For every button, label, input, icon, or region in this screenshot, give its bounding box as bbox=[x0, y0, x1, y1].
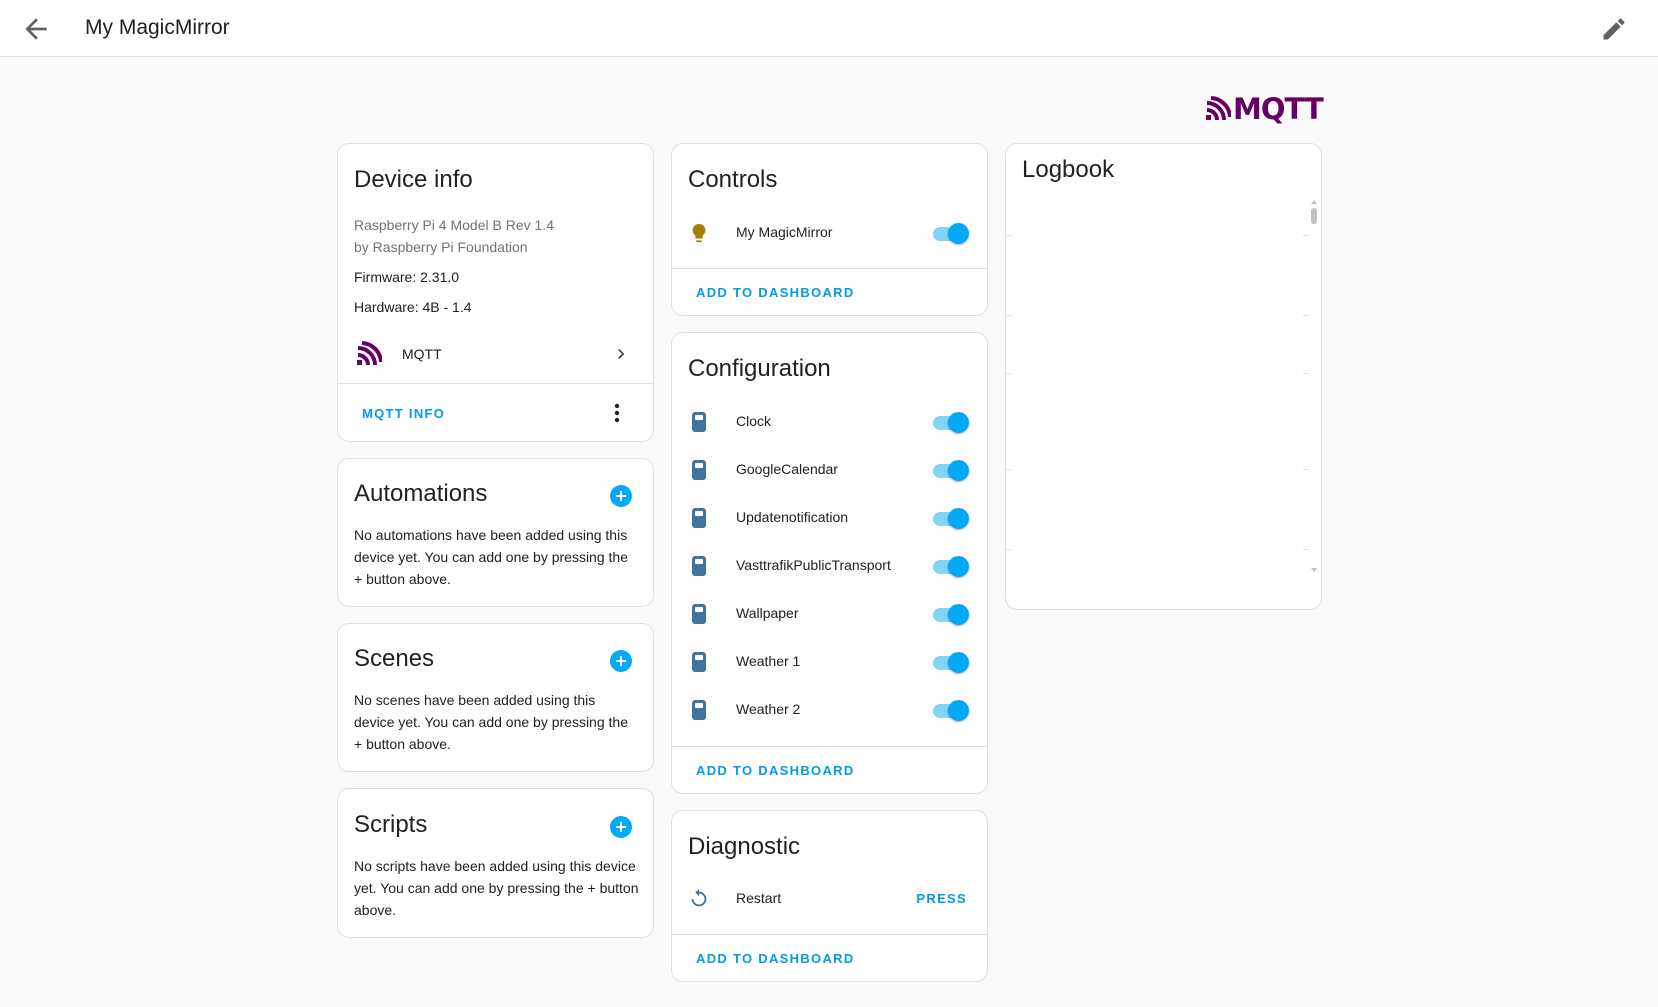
entity-name: Weather 1 bbox=[736, 653, 801, 669]
divider bbox=[1006, 373, 1012, 374]
remote-icon bbox=[692, 652, 706, 672]
card-title: Device info bbox=[354, 166, 473, 193]
arrow-left-icon bbox=[25, 18, 47, 40]
mqtt-logo: MQTT bbox=[1205, 92, 1324, 126]
remote-icon bbox=[692, 604, 706, 624]
entity-toggle[interactable] bbox=[931, 700, 969, 721]
chevron-right-icon bbox=[618, 349, 625, 359]
mqtt-logo-text: MQTT bbox=[1233, 92, 1324, 126]
entity-row[interactable]: Updatenotification bbox=[672, 498, 987, 538]
pencil-icon bbox=[1603, 18, 1625, 40]
more-vertical-icon[interactable] bbox=[607, 401, 627, 425]
mqtt-icon bbox=[357, 341, 382, 366]
entity-name: Restart bbox=[736, 890, 782, 906]
remote-icon bbox=[692, 412, 706, 432]
diagnostic-card: Diagnostic Restart PRESS ADD TO DASHBOAR… bbox=[671, 810, 988, 982]
restart-icon bbox=[691, 888, 707, 907]
entity-name: GoogleCalendar bbox=[736, 461, 838, 477]
firmware-version: Firmware: 2.31.0 bbox=[354, 269, 460, 285]
remote-icon bbox=[692, 460, 706, 480]
divider bbox=[1303, 549, 1309, 550]
scroll-up-arrow[interactable] bbox=[1311, 200, 1317, 204]
add-scene-button[interactable] bbox=[610, 650, 632, 672]
scrollbar[interactable] bbox=[1311, 200, 1317, 572]
hardware-version: Hardware: 4B - 1.4 bbox=[354, 299, 472, 315]
integration-label: MQTT bbox=[402, 346, 442, 362]
logbook-card: Logbook bbox=[1005, 143, 1322, 610]
divider bbox=[1006, 315, 1012, 316]
scenes-card: Scenes No scenes have been added using t… bbox=[337, 623, 654, 772]
automations-card: Automations No automations have been add… bbox=[337, 458, 654, 607]
divider bbox=[1303, 315, 1309, 316]
entity-name: Clock bbox=[736, 413, 772, 429]
entity-row[interactable]: My MagicMirror bbox=[672, 213, 987, 253]
scroll-down-arrow[interactable] bbox=[1311, 568, 1317, 572]
entity-row[interactable]: Clock bbox=[672, 402, 987, 442]
entity-name: Wallpaper bbox=[736, 605, 799, 621]
press-button[interactable]: PRESS bbox=[916, 891, 967, 906]
entity-toggle[interactable] bbox=[931, 460, 969, 481]
divider bbox=[1006, 469, 1012, 470]
card-title: Scripts bbox=[354, 811, 428, 838]
entity-row[interactable]: Wallpaper bbox=[672, 594, 987, 634]
page-title: My MagicMirror bbox=[85, 16, 230, 39]
back-button[interactable] bbox=[20, 13, 52, 45]
entity-row[interactable]: VasttrafikPublicTransport bbox=[672, 546, 987, 586]
remote-icon bbox=[692, 508, 706, 528]
entity-name: VasttrafikPublicTransport bbox=[736, 557, 891, 573]
remote-icon bbox=[692, 700, 706, 720]
entity-name: My MagicMirror bbox=[736, 224, 833, 240]
controls-card: Controls My MagicMirror ADD TO DASHBOARD bbox=[671, 143, 988, 316]
entity-toggle[interactable] bbox=[931, 412, 969, 433]
scripts-card: Scripts No scripts have been added using… bbox=[337, 788, 654, 938]
card-title: Controls bbox=[688, 166, 778, 193]
divider bbox=[1303, 469, 1309, 470]
divider bbox=[1006, 235, 1012, 236]
entity-row: Restart PRESS bbox=[672, 879, 987, 919]
divider bbox=[1006, 549, 1012, 550]
entity-toggle[interactable] bbox=[931, 223, 969, 244]
remote-icon bbox=[692, 556, 706, 576]
divider bbox=[1303, 373, 1309, 374]
card-title: Logbook bbox=[1022, 156, 1115, 183]
scroll-thumb[interactable] bbox=[1311, 208, 1317, 224]
entity-toggle[interactable] bbox=[931, 556, 969, 577]
card-title: Scenes bbox=[354, 645, 435, 672]
entity-toggle[interactable] bbox=[931, 508, 969, 529]
device-info-card: Device info Raspberry Pi 4 Model B Rev 1… bbox=[337, 143, 654, 442]
entity-row[interactable]: GoogleCalendar bbox=[672, 450, 987, 490]
divider bbox=[1303, 235, 1309, 236]
entity-toggle[interactable] bbox=[931, 652, 969, 673]
device-model: Raspberry Pi 4 Model B Rev 1.4 bbox=[354, 217, 554, 233]
add-automation-button[interactable] bbox=[610, 485, 632, 507]
entity-row[interactable]: Weather 2 bbox=[672, 690, 987, 730]
entity-toggle[interactable] bbox=[931, 604, 969, 625]
add-to-dashboard-button[interactable]: ADD TO DASHBOARD bbox=[696, 951, 855, 966]
divider bbox=[672, 746, 987, 747]
lightbulb-icon bbox=[692, 223, 706, 243]
add-script-button[interactable] bbox=[610, 816, 632, 838]
entity-name: Weather 2 bbox=[736, 701, 801, 717]
integration-row[interactable]: MQTT bbox=[338, 334, 653, 374]
divider bbox=[672, 934, 987, 935]
add-to-dashboard-button[interactable]: ADD TO DASHBOARD bbox=[696, 763, 855, 778]
edit-button[interactable] bbox=[1600, 15, 1628, 43]
scripts-empty-text: No scripts have been added using this de… bbox=[354, 858, 639, 918]
top-app-bar: My MagicMirror bbox=[0, 0, 1658, 57]
device-manufacturer: by Raspberry Pi Foundation bbox=[354, 239, 528, 255]
card-title: Automations bbox=[354, 480, 488, 507]
entity-name: Updatenotification bbox=[736, 509, 849, 525]
configuration-card: Configuration Clock GoogleCalendar Updat… bbox=[671, 332, 988, 794]
scenes-empty-text: No scenes have been added using this dev… bbox=[354, 692, 628, 752]
mqtt-signal-icon bbox=[1206, 96, 1231, 121]
card-title: Diagnostic bbox=[688, 833, 801, 860]
divider bbox=[338, 383, 653, 384]
entity-row[interactable]: Weather 1 bbox=[672, 642, 987, 682]
add-to-dashboard-button[interactable]: ADD TO DASHBOARD bbox=[696, 285, 855, 300]
card-title: Configuration bbox=[688, 355, 831, 382]
mqtt-info-button[interactable]: MQTT INFO bbox=[362, 406, 445, 421]
divider bbox=[672, 268, 987, 269]
automations-empty-text: No automations have been added using thi… bbox=[354, 527, 628, 587]
